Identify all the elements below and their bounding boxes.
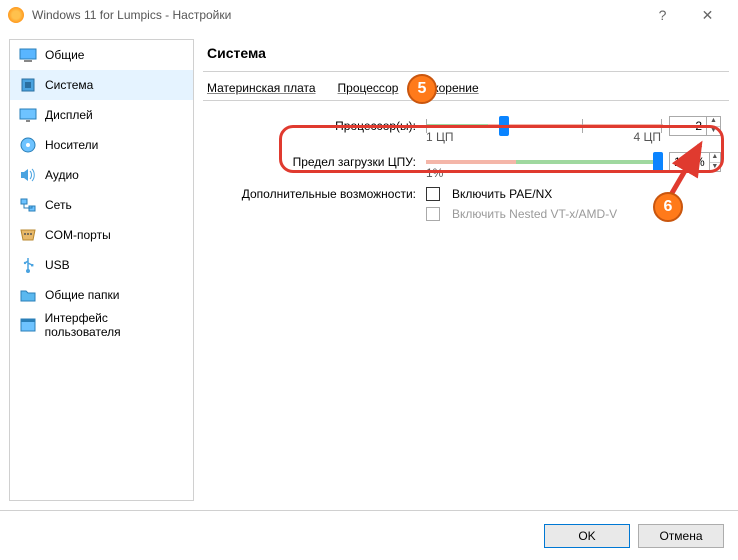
sidebar-item-label: USB [45,258,70,272]
cpu-max-label: 4 ЦП [633,130,661,144]
chip-icon [19,77,37,93]
sidebar-item-general[interactable]: Общие [10,40,193,70]
pae-label: Включить PAE/NX [452,187,552,201]
sidebar-item-label: Носители [45,138,98,152]
titlebar: Windows 11 for Lumpics - Настройки ? ✕ [0,0,738,30]
cancel-button[interactable]: Отмена [638,524,724,548]
cpu-load-spinner[interactable]: 100% ▲▼ [669,152,721,172]
window-title: Windows 11 for Lumpics - Настройки [32,8,640,22]
cpu-min-label: 1 ЦП [426,130,454,144]
sidebar-item-label: Дисплей [45,108,93,122]
ok-button[interactable]: OK [544,524,630,548]
sidebar-item-storage[interactable]: Носители [10,130,193,160]
display-icon [19,107,37,123]
nested-label: Включить Nested VT-x/AMD-V [452,207,617,221]
ui-icon [19,317,37,333]
load-min-label: 1% [426,166,443,180]
sidebar: Общие Система Дисплей Носители Аудио Сет… [9,39,194,501]
sidebar-item-ui[interactable]: Интерфейс пользователя [10,310,193,340]
sidebar-item-label: Общие [45,48,84,62]
sidebar-item-usb[interactable]: USB [10,250,193,280]
spinner-arrows[interactable]: ▲▼ [709,153,720,171]
sidebar-item-label: Сеть [45,198,72,212]
footer: OK Отмена [0,510,738,560]
network-icon [19,197,37,213]
help-button[interactable]: ? [640,0,685,30]
folder-icon [19,287,37,303]
spinner-arrows[interactable]: ▲▼ [706,117,720,135]
cpu-count-slider[interactable] [426,115,663,137]
speaker-icon [19,167,37,183]
sidebar-item-label: Интерфейс пользователя [45,311,184,339]
tab-processor[interactable]: Процессор [336,78,401,100]
sidebar-item-shared[interactable]: Общие папки [10,280,193,310]
close-button[interactable]: ✕ [685,0,730,30]
callout-6: 6 [653,192,683,222]
main-panel: Система Материнская плата Процессор Уско… [203,39,729,501]
cpu-load-label: Предел загрузки ЦПУ: [211,155,426,169]
sidebar-item-display[interactable]: Дисплей [10,100,193,130]
pae-checkbox[interactable] [426,187,440,201]
serial-icon [19,227,37,243]
cpu-load-slider[interactable] [426,151,663,173]
cpu-count-label: Процессор(ы): [211,119,426,133]
disk-icon [19,137,37,153]
sidebar-item-network[interactable]: Сеть [10,190,193,220]
sidebar-item-label: Аудио [45,168,79,182]
monitor-icon [19,47,37,63]
sidebar-item-label: COM-порты [45,228,111,242]
cpu-count-value: 2 [670,119,706,133]
cpu-load-value: 100% [670,155,709,169]
sidebar-item-com[interactable]: COM-порты [10,220,193,250]
sidebar-item-label: Система [45,78,93,92]
sidebar-item-system[interactable]: Система [10,70,193,100]
extras-label: Дополнительные возможности: [211,187,426,201]
cpu-count-spinner[interactable]: 2 ▲▼ [669,116,721,136]
sidebar-item-label: Общие папки [45,288,119,302]
sidebar-item-audio[interactable]: Аудио [10,160,193,190]
tab-motherboard[interactable]: Материнская плата [205,78,318,100]
nested-checkbox [426,207,440,221]
tabs: Материнская плата Процессор Ускорение [203,76,729,101]
usb-icon [19,257,37,273]
page-title: Система [203,39,729,72]
callout-5: 5 [407,74,437,104]
app-icon [8,7,24,23]
